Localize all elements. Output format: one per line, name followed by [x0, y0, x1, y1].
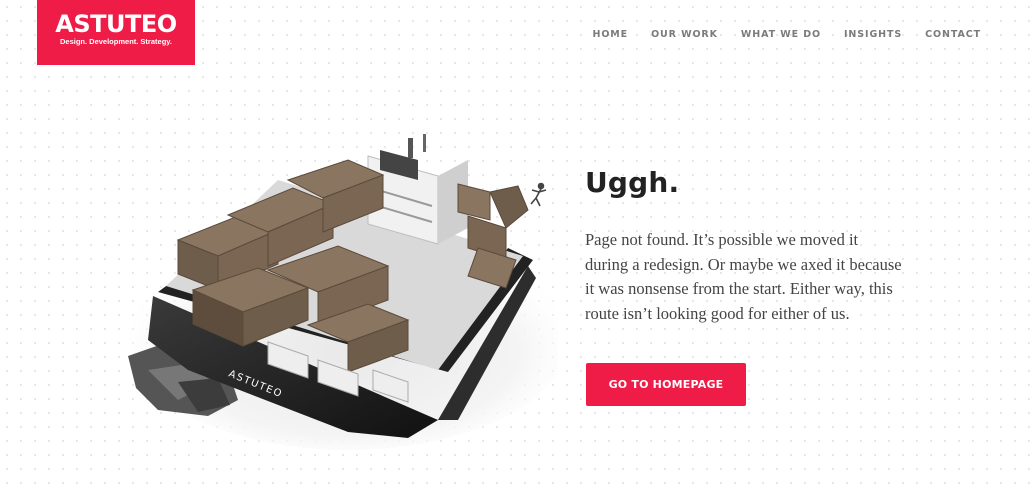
- nav-item-what-we-do[interactable]: WHAT WE DO: [741, 29, 821, 40]
- nav-item-contact[interactable]: CONTACT: [925, 29, 981, 40]
- sinking-ship-illustration: ASTUTEO: [128, 134, 558, 450]
- error-message: Page not found. It’s possible we moved i…: [585, 230, 902, 323]
- logo-tagline: Design. Development. Strategy.: [60, 37, 172, 46]
- nav-item-our-work[interactable]: OUR WORK: [651, 29, 718, 40]
- error-page: ASTUTEO Design. Development. Strategy. H…: [0, 0, 1034, 484]
- nav-item-home[interactable]: HOME: [592, 29, 628, 40]
- logo[interactable]: ASTUTEO Design. Development. Strategy.: [37, 0, 195, 65]
- main-nav: HOME OUR WORK WHAT WE DO INSIGHTS CONTAC…: [569, 29, 981, 40]
- logo-wordmark: ASTUTEO: [55, 10, 177, 38]
- go-to-homepage-button[interactable]: GO TO HOMEPAGE: [586, 363, 746, 406]
- error-headline: Uggh.: [585, 166, 680, 199]
- nav-item-insights[interactable]: INSIGHTS: [844, 29, 902, 40]
